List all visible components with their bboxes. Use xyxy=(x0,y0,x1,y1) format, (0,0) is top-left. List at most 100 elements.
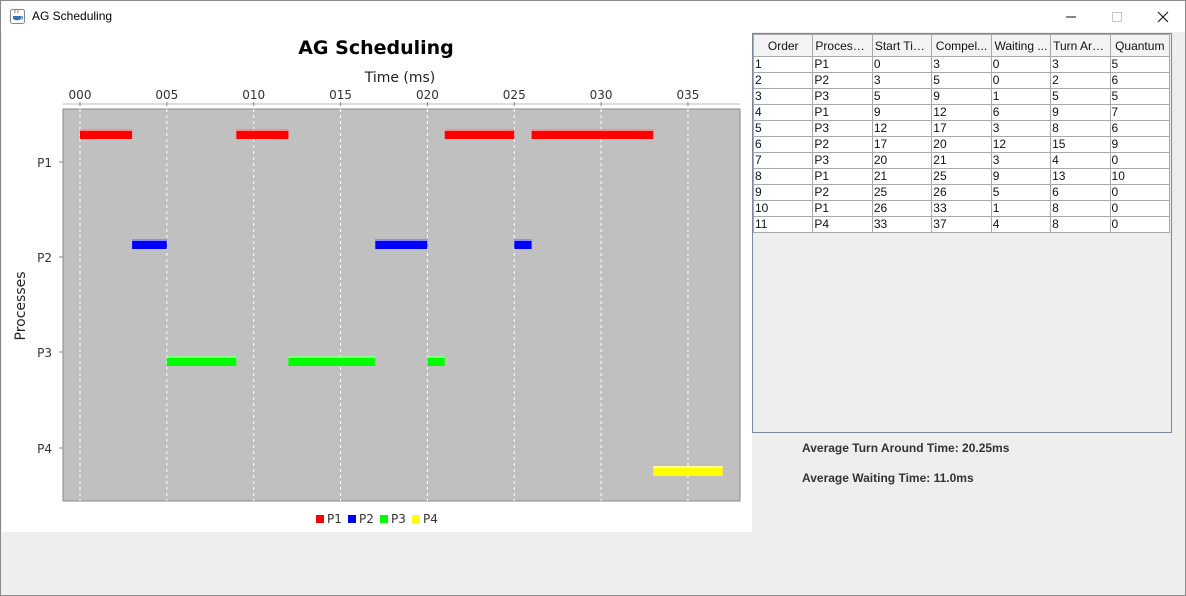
maximize-button[interactable] xyxy=(1094,1,1140,32)
table-cell[interactable]: 10 xyxy=(752,200,814,217)
table-cell[interactable]: 33 xyxy=(931,200,992,217)
column-header[interactable]: Order xyxy=(752,34,814,57)
table-cell[interactable]: 25 xyxy=(931,168,992,185)
table-cell[interactable]: 3 xyxy=(990,120,1052,137)
table-cell[interactable]: 12 xyxy=(931,104,992,121)
table-cell[interactable]: 1 xyxy=(990,200,1052,217)
table-cell[interactable]: P1 xyxy=(812,104,873,121)
table-cell[interactable]: P3 xyxy=(812,120,873,137)
table-cell[interactable]: P2 xyxy=(812,184,873,201)
table-cell[interactable]: 8 xyxy=(1050,120,1111,137)
table-cell[interactable]: P2 xyxy=(812,136,873,153)
table-cell[interactable]: 5 xyxy=(1109,56,1171,73)
table-cell[interactable]: P2 xyxy=(812,72,873,89)
table-cell[interactable]: 11 xyxy=(752,216,814,233)
column-header[interactable]: Quantum xyxy=(1109,34,1171,57)
table-cell[interactable]: 13 xyxy=(1050,168,1111,185)
table-cell[interactable]: P1 xyxy=(812,200,873,217)
table-row[interactable]: 2 P2 3 5 0 2 6 xyxy=(752,72,1171,89)
table-cell[interactable]: P3 xyxy=(812,152,873,169)
table-cell[interactable]: 3 xyxy=(990,152,1052,169)
table-cell[interactable]: 15 xyxy=(1050,136,1111,153)
table-cell[interactable]: 26 xyxy=(931,184,992,201)
table-cell[interactable]: 9 xyxy=(931,88,992,105)
table-cell[interactable]: 9 xyxy=(871,104,933,121)
table-cell[interactable]: 6 xyxy=(1050,184,1111,201)
table-row[interactable]: 5 P3 12 17 3 8 6 xyxy=(752,120,1171,137)
table-cell[interactable]: 0 xyxy=(871,56,933,73)
table-cell[interactable]: 0 xyxy=(1109,200,1171,217)
column-header[interactable]: Turn Aro... xyxy=(1050,34,1111,57)
table-row[interactable]: 4 P1 9 12 6 9 7 xyxy=(752,104,1171,121)
table-cell[interactable]: 26 xyxy=(871,200,933,217)
table-cell[interactable]: 9 xyxy=(1109,136,1171,153)
table-cell[interactable]: 9 xyxy=(752,184,814,201)
table-cell[interactable]: 0 xyxy=(990,56,1052,73)
table-cell[interactable]: 5 xyxy=(990,184,1052,201)
table-cell[interactable]: 1 xyxy=(990,88,1052,105)
table-row[interactable]: 7 P3 20 21 3 4 0 xyxy=(752,152,1171,169)
table-cell[interactable]: 8 xyxy=(752,168,814,185)
column-header[interactable]: Process ... xyxy=(812,34,873,57)
table-row[interactable]: 9 P2 25 26 5 6 0 xyxy=(752,184,1171,201)
table-cell[interactable]: 0 xyxy=(990,72,1052,89)
table-cell[interactable]: 8 xyxy=(1050,200,1111,217)
table-cell[interactable]: 1 xyxy=(752,56,814,73)
table-cell[interactable]: 10 xyxy=(1109,168,1171,185)
table-cell[interactable]: 8 xyxy=(1050,216,1111,233)
table-cell[interactable]: 20 xyxy=(931,136,992,153)
table-cell[interactable]: 3 xyxy=(1050,56,1111,73)
table-cell[interactable]: 25 xyxy=(871,184,933,201)
table-row[interactable]: 6 P2 17 20 12 15 9 xyxy=(752,136,1171,153)
table-cell[interactable]: 7 xyxy=(1109,104,1171,121)
table-cell[interactable]: 5 xyxy=(931,72,992,89)
column-header[interactable]: Compel... xyxy=(931,34,992,57)
table-cell[interactable]: 3 xyxy=(931,56,992,73)
table-row[interactable]: 1 P1 0 3 0 3 5 xyxy=(752,56,1171,73)
table-cell[interactable]: 5 xyxy=(752,120,814,137)
minimize-button[interactable] xyxy=(1048,1,1094,32)
table-cell[interactable]: 6 xyxy=(752,136,814,153)
table-cell[interactable]: 21 xyxy=(931,152,992,169)
table-cell[interactable]: 33 xyxy=(871,216,933,233)
table-cell[interactable]: 6 xyxy=(1109,120,1171,137)
table-cell[interactable]: 0 xyxy=(1109,216,1171,233)
table-cell[interactable]: 9 xyxy=(990,168,1052,185)
table-cell[interactable]: 3 xyxy=(871,72,933,89)
table-cell[interactable]: 6 xyxy=(1109,72,1171,89)
process-table-scrollpane[interactable]: Order Process ... Start Time Compel... Waiti… xyxy=(752,33,1172,433)
table-cell[interactable]: 0 xyxy=(1109,152,1171,169)
table-cell[interactable]: 0 xyxy=(1109,184,1171,201)
table-cell[interactable]: 17 xyxy=(871,136,933,153)
table-cell[interactable]: 37 xyxy=(931,216,992,233)
table-cell[interactable]: 4 xyxy=(1050,152,1111,169)
table-cell[interactable]: 5 xyxy=(1109,88,1171,105)
table-cell[interactable]: 5 xyxy=(1050,88,1111,105)
table-cell[interactable]: 6 xyxy=(990,104,1052,121)
table-cell[interactable]: 2 xyxy=(752,72,814,89)
table-cell[interactable]: 5 xyxy=(871,88,933,105)
table-cell[interactable]: 12 xyxy=(871,120,933,137)
table-row[interactable]: 8 P1 21 25 9 13 10 xyxy=(752,168,1171,185)
table-cell[interactable]: 12 xyxy=(990,136,1052,153)
table-cell[interactable]: P3 xyxy=(812,88,873,105)
title-bar[interactable]: AG Scheduling xyxy=(1,1,1185,32)
table-cell[interactable]: 17 xyxy=(931,120,992,137)
table-cell[interactable]: 4 xyxy=(990,216,1052,233)
table-cell[interactable]: 9 xyxy=(1050,104,1111,121)
column-header[interactable]: Start Time xyxy=(871,34,933,57)
column-header[interactable]: Waiting ... xyxy=(990,34,1052,57)
table-cell[interactable]: 20 xyxy=(871,152,933,169)
table-cell[interactable]: 7 xyxy=(752,152,814,169)
table-row[interactable]: 10 P1 26 33 1 8 0 xyxy=(752,200,1171,217)
table-cell[interactable]: P1 xyxy=(812,168,873,185)
table-cell[interactable]: P4 xyxy=(812,216,873,233)
table-cell[interactable]: 21 xyxy=(871,168,933,185)
close-button[interactable] xyxy=(1140,1,1186,32)
table-cell[interactable]: 4 xyxy=(752,104,814,121)
table-cell[interactable]: 2 xyxy=(1050,72,1111,89)
table-cell[interactable]: P1 xyxy=(812,56,873,73)
table-row[interactable]: 3 P3 5 9 1 5 5 xyxy=(752,88,1171,105)
table-row[interactable]: 11 P4 33 37 4 8 0 xyxy=(752,216,1171,233)
table-cell[interactable]: 3 xyxy=(752,88,814,105)
